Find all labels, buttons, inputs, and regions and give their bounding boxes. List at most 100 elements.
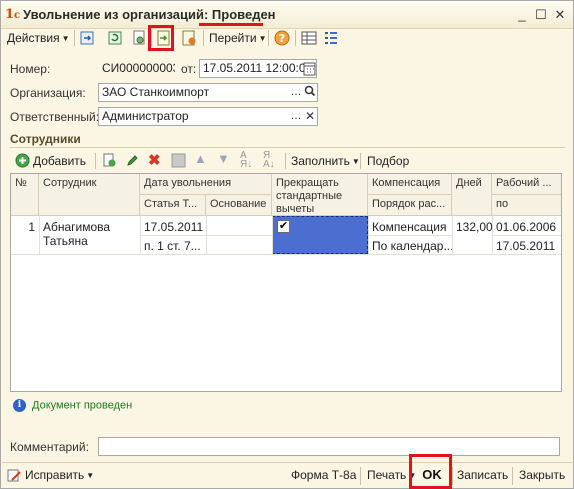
fill-label: Заполнить bbox=[291, 154, 350, 168]
bottom-separator bbox=[452, 467, 453, 485]
fill-menu[interactable]: Заполнить ▼ bbox=[291, 154, 360, 168]
unpost-document-icon[interactable] bbox=[181, 30, 197, 46]
actions-label: Действия bbox=[7, 31, 60, 45]
post-button-highlight bbox=[148, 25, 174, 51]
ok-button-highlight bbox=[409, 454, 452, 489]
responsible-select-button[interactable]: … bbox=[289, 108, 303, 125]
cell-article[interactable]: п. 1 ст. 7... bbox=[140, 237, 206, 255]
comment-field[interactable] bbox=[98, 437, 560, 456]
status-text: Документ проведен bbox=[32, 399, 133, 412]
organization-label: Организация: bbox=[10, 86, 86, 100]
delete-icon[interactable]: ✖ bbox=[148, 151, 161, 169]
col-header-dismissal-date[interactable]: Дата увольнения bbox=[140, 174, 272, 195]
refresh-icon[interactable] bbox=[107, 30, 123, 46]
minimize-icon[interactable]: _ bbox=[514, 7, 530, 23]
col-header-period-to[interactable]: по bbox=[492, 195, 561, 216]
col-header-num[interactable]: № bbox=[11, 174, 39, 216]
col-header-work-period[interactable]: Рабочий ... bbox=[492, 174, 561, 195]
move-icon[interactable] bbox=[79, 30, 95, 46]
fix-label: Исправить bbox=[25, 468, 85, 482]
help-icon[interactable]: ? bbox=[274, 30, 290, 46]
responsible-label: Ответственный: bbox=[10, 110, 100, 124]
save-button[interactable]: Записать bbox=[457, 468, 508, 482]
col-header-days[interactable]: Дней bbox=[452, 174, 492, 216]
bottom-bar: Исправить ▼ Форма Т-8а Печать ▼ OK Записат… bbox=[1, 463, 573, 489]
maximize-icon[interactable]: ☐ bbox=[533, 7, 549, 23]
col-header-employee[interactable]: Сотрудник bbox=[39, 174, 140, 216]
1c-logo-icon: 1c bbox=[5, 7, 21, 22]
cell-compensation[interactable]: Компенсация bbox=[368, 218, 452, 236]
col-header-basis[interactable]: Основание bbox=[206, 195, 272, 216]
close-icon[interactable]: ✕ bbox=[552, 7, 568, 23]
move-up-icon[interactable]: ▲ bbox=[194, 151, 207, 166]
toolbar: Действия ▼ Перейти ▼ ? bbox=[3, 27, 573, 49]
svg-text:?: ? bbox=[279, 32, 285, 45]
cell-period-from[interactable]: 01.06.2006 bbox=[492, 218, 561, 236]
responsible-field[interactable]: Администратор bbox=[98, 107, 318, 126]
close-button[interactable]: Закрыть bbox=[519, 468, 565, 482]
organization-value: ЗАО Станкоимпорт bbox=[102, 85, 210, 99]
cell-period-to[interactable]: 17.05.2011 bbox=[492, 237, 561, 255]
organization-select-button[interactable]: … bbox=[289, 84, 303, 101]
clear-icon[interactable]: ✕ bbox=[303, 108, 317, 125]
print-label: Печать bbox=[367, 468, 407, 482]
cell-num[interactable]: 1 bbox=[11, 218, 39, 236]
list-settings-icon[interactable] bbox=[323, 30, 339, 46]
col-header-compensation[interactable]: Компенсация bbox=[368, 174, 452, 195]
toolbar-separator bbox=[203, 30, 204, 46]
employees-table[interactable]: № Сотрудник Дата увольнения Прекращать с… bbox=[10, 173, 562, 392]
employees-section-title: Сотрудники bbox=[10, 132, 81, 146]
cell-employee[interactable]: Абнагимова Татьяна bbox=[39, 218, 140, 250]
toolbar-separator bbox=[360, 153, 361, 169]
col-header-article[interactable]: Статья Т... bbox=[140, 195, 206, 216]
toolbar-separator bbox=[95, 153, 96, 169]
calendar-icon[interactable] bbox=[303, 61, 316, 76]
cell-basis[interactable] bbox=[206, 218, 272, 222]
toolbar-separator bbox=[295, 30, 296, 46]
date-field[interactable]: 17.05.2011 12:00:00 bbox=[199, 59, 317, 78]
number-field[interactable]: СИ000000003 bbox=[98, 59, 176, 78]
info-icon: i bbox=[13, 399, 26, 412]
bottom-separator bbox=[512, 467, 513, 485]
dismissal-document-window: 1c Увольнение из организаций: Проведен _… bbox=[0, 0, 574, 489]
add-icon[interactable] bbox=[15, 153, 30, 168]
sort-desc-icon[interactable]: Я A↓ bbox=[263, 151, 275, 170]
cell-comp-order[interactable]: По календар... bbox=[368, 237, 452, 255]
cell-dismissal-date[interactable]: 17.05.2011 bbox=[140, 218, 206, 236]
stop-std-deductions-checkbox[interactable]: ✔ bbox=[277, 220, 290, 233]
toolbar-separator bbox=[285, 153, 286, 169]
table-view-icon[interactable] bbox=[301, 30, 317, 46]
col-header-stop-std-deductions[interactable]: Прекращать стандартные вычеты bbox=[272, 174, 368, 216]
number-label: Номер: bbox=[10, 62, 51, 76]
end-edit-icon[interactable] bbox=[171, 153, 186, 168]
organization-field[interactable]: ЗАО Станкоимпорт bbox=[98, 83, 318, 102]
section-divider bbox=[10, 147, 565, 148]
title-status-highlight bbox=[199, 23, 263, 26]
sort-asc-icon[interactable]: A Я↓ bbox=[240, 151, 252, 170]
toolbar-separator bbox=[268, 30, 269, 46]
bottom-separator bbox=[360, 467, 361, 485]
fix-icon[interactable] bbox=[7, 468, 22, 483]
edit-icon[interactable] bbox=[125, 153, 140, 168]
cell-days[interactable]: 132,00 bbox=[452, 218, 492, 236]
comment-label: Комментарий: bbox=[10, 440, 89, 454]
window-title: Увольнение из организаций: Проведен bbox=[23, 7, 276, 22]
title-bar: 1c Увольнение из организаций: Проведен _… bbox=[1, 1, 573, 29]
grid-line bbox=[11, 254, 561, 255]
copy-row-icon[interactable] bbox=[102, 153, 117, 168]
responsible-value: Администратор bbox=[102, 109, 189, 123]
select-button[interactable]: Подбор bbox=[367, 154, 409, 168]
fix-menu[interactable]: Исправить ▼ bbox=[25, 468, 94, 482]
toolbar-separator bbox=[74, 30, 75, 46]
actions-menu[interactable]: Действия ▼ bbox=[7, 29, 70, 47]
goto-label: Перейти bbox=[209, 31, 257, 45]
form-t8a-button[interactable]: Форма Т-8а bbox=[291, 468, 356, 482]
grid-line bbox=[272, 216, 273, 254]
add-row-button[interactable]: Добавить bbox=[33, 154, 86, 168]
search-icon[interactable] bbox=[304, 85, 316, 99]
document-structure-icon[interactable] bbox=[131, 30, 147, 46]
col-header-comp-order[interactable]: Порядок рас... bbox=[368, 195, 452, 216]
date-value: 17.05.2011 12:00:00 bbox=[203, 61, 313, 75]
move-down-icon[interactable]: ▼ bbox=[217, 151, 230, 166]
goto-menu[interactable]: Перейти ▼ bbox=[209, 29, 266, 47]
